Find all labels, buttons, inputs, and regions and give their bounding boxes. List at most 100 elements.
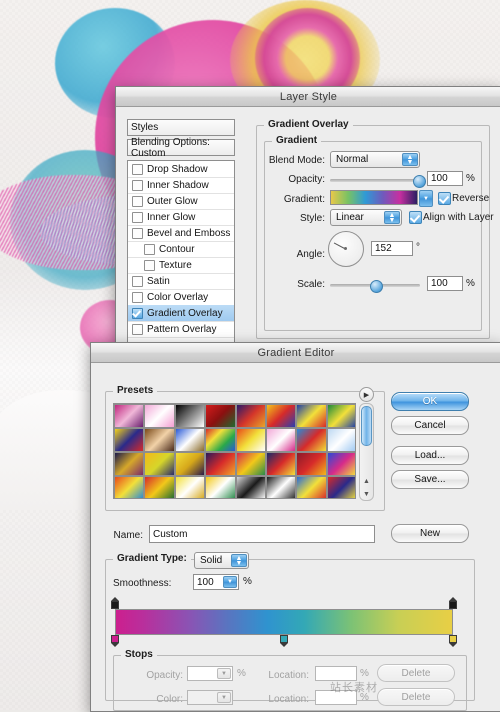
preset-swatch[interactable] — [265, 476, 297, 498]
opacity-input[interactable]: 100 — [427, 171, 463, 186]
effect-checkbox[interactable] — [132, 227, 143, 239]
effect-row-pattern-overlay[interactable]: Pattern Overlay — [128, 321, 234, 338]
effect-row-contour[interactable]: Contour — [128, 241, 234, 258]
effect-row-drop-shadow[interactable]: Drop Shadow — [128, 161, 234, 178]
effect-checkbox[interactable] — [132, 291, 143, 303]
effect-checkbox[interactable] — [132, 211, 143, 223]
effect-checkbox[interactable] — [132, 275, 143, 287]
effect-row-inner-glow[interactable]: Inner Glow — [128, 209, 234, 226]
effect-checkbox[interactable] — [144, 259, 155, 271]
preset-swatch[interactable] — [174, 428, 206, 452]
preset-swatch[interactable] — [296, 404, 327, 428]
preset-swatch[interactable] — [205, 404, 236, 428]
preset-swatch[interactable] — [265, 452, 297, 476]
reverse-checkbox[interactable] — [438, 192, 451, 205]
preset-swatch[interactable] — [296, 428, 327, 452]
effect-row-satin[interactable]: Satin — [128, 273, 234, 290]
effect-checkbox[interactable] — [132, 323, 143, 335]
delete-opacity-stop-button[interactable]: Delete — [377, 664, 455, 682]
effect-row-gradient-overlay[interactable]: Gradient Overlay — [128, 305, 234, 322]
stop-color-swatch[interactable]: ▼ — [187, 690, 233, 705]
smoothness-input[interactable]: 100 ▼ — [193, 574, 239, 590]
blending-options-row[interactable]: Blending Options: Custom — [127, 137, 235, 159]
angle-input[interactable]: 152 — [371, 241, 413, 256]
preset-swatch[interactable] — [265, 404, 297, 428]
presets-scrollbar[interactable]: ▲ ▼ — [359, 403, 374, 501]
color-stop-marker[interactable] — [448, 635, 458, 647]
layer-style-titlebar[interactable]: Layer Style — [116, 87, 500, 107]
smoothness-stepper-icon[interactable]: ▼ — [223, 576, 237, 588]
gradient-ramp[interactable] — [115, 609, 453, 635]
gradient-picker-arrow[interactable]: ▼ — [419, 190, 433, 207]
effect-row-texture[interactable]: Texture — [128, 257, 234, 274]
name-label: Name: — [113, 530, 143, 541]
cancel-button[interactable]: Cancel — [391, 416, 469, 435]
effect-row-bevel-and-emboss[interactable]: Bevel and Emboss — [128, 225, 234, 242]
gradient-type-select[interactable]: Solid ▲ ▼ — [194, 552, 249, 569]
preset-swatch[interactable] — [235, 452, 266, 476]
effect-checkbox[interactable] — [132, 179, 143, 191]
opacity-stop-marker[interactable] — [448, 597, 458, 609]
ok-button[interactable]: OK — [391, 392, 469, 411]
stop-opacity-stepper-icon[interactable]: ▼ — [217, 668, 231, 679]
preset-swatch[interactable] — [114, 428, 145, 452]
preset-swatch[interactable] — [235, 428, 266, 452]
effect-row-color-overlay[interactable]: Color Overlay — [128, 289, 234, 306]
effect-checkbox[interactable] — [132, 195, 143, 207]
preset-swatch[interactable] — [114, 404, 145, 428]
align-with-layer-checkbox[interactable] — [409, 211, 422, 224]
styles-header[interactable]: Styles — [127, 119, 235, 136]
preset-swatch[interactable] — [235, 404, 266, 428]
new-button[interactable]: New — [391, 524, 469, 543]
preset-swatch[interactable] — [326, 452, 355, 476]
presets-scrollbar-thumb[interactable] — [361, 406, 372, 446]
effect-row-outer-glow[interactable]: Outer Glow — [128, 193, 234, 210]
stop-color-stepper-icon[interactable]: ▼ — [217, 692, 231, 703]
angle-dial[interactable] — [328, 231, 364, 267]
style-select[interactable]: Linear ▲ ▼ — [330, 209, 402, 226]
save-button[interactable]: Save... — [391, 470, 469, 489]
preset-swatch[interactable] — [144, 404, 175, 428]
gradient-editor-titlebar[interactable]: Gradient Editor — [91, 343, 500, 363]
preset-swatch[interactable] — [144, 428, 175, 452]
color-stop-marker[interactable] — [279, 635, 289, 647]
effect-row-inner-shadow[interactable]: Inner Shadow — [128, 177, 234, 194]
delete-color-stop-button[interactable]: Delete — [377, 688, 455, 706]
preset-swatch[interactable] — [144, 452, 175, 476]
load-button[interactable]: Load... — [391, 446, 469, 465]
preset-swatch[interactable] — [235, 476, 266, 498]
presets-grid[interactable] — [113, 403, 356, 499]
effect-checkbox[interactable] — [132, 163, 143, 175]
style-label: Style: — [299, 213, 325, 224]
presets-menu-button[interactable]: ▶ — [359, 387, 374, 402]
gradient-preview-swatch[interactable] — [330, 190, 418, 205]
preset-swatch[interactable] — [114, 452, 145, 476]
color-stop-marker[interactable] — [110, 635, 120, 647]
effect-checkbox[interactable] — [132, 307, 143, 319]
preset-swatch[interactable] — [114, 476, 145, 498]
opacity-stop-marker[interactable] — [110, 597, 120, 609]
preset-swatch[interactable] — [296, 452, 327, 476]
preset-swatch[interactable] — [174, 476, 206, 498]
preset-swatch[interactable] — [265, 428, 297, 452]
preset-swatch[interactable] — [326, 404, 355, 428]
scale-input[interactable]: 100 — [427, 276, 463, 291]
preset-swatch[interactable] — [296, 476, 327, 498]
stop-opacity-input[interactable]: ▼ — [187, 666, 233, 681]
name-input[interactable]: Custom — [149, 525, 375, 543]
preset-swatch[interactable] — [174, 404, 206, 428]
preset-swatch[interactable] — [326, 428, 355, 452]
blend-mode-select[interactable]: Normal ▲ ▼ — [330, 151, 420, 168]
preset-swatch[interactable] — [205, 452, 236, 476]
scale-slider-thumb[interactable] — [370, 280, 383, 293]
preset-swatch[interactable] — [205, 428, 236, 452]
preset-swatch[interactable] — [174, 452, 206, 476]
scroll-down-arrow-icon[interactable]: ▼ — [360, 491, 373, 498]
preset-swatch[interactable] — [144, 476, 175, 498]
opacity-slider-track[interactable] — [330, 179, 420, 182]
preset-swatch[interactable] — [205, 476, 236, 498]
opacity-slider-thumb[interactable] — [413, 175, 426, 188]
effect-checkbox[interactable] — [144, 243, 155, 255]
scroll-up-arrow-icon[interactable]: ▲ — [360, 478, 373, 485]
preset-swatch[interactable] — [326, 476, 355, 498]
